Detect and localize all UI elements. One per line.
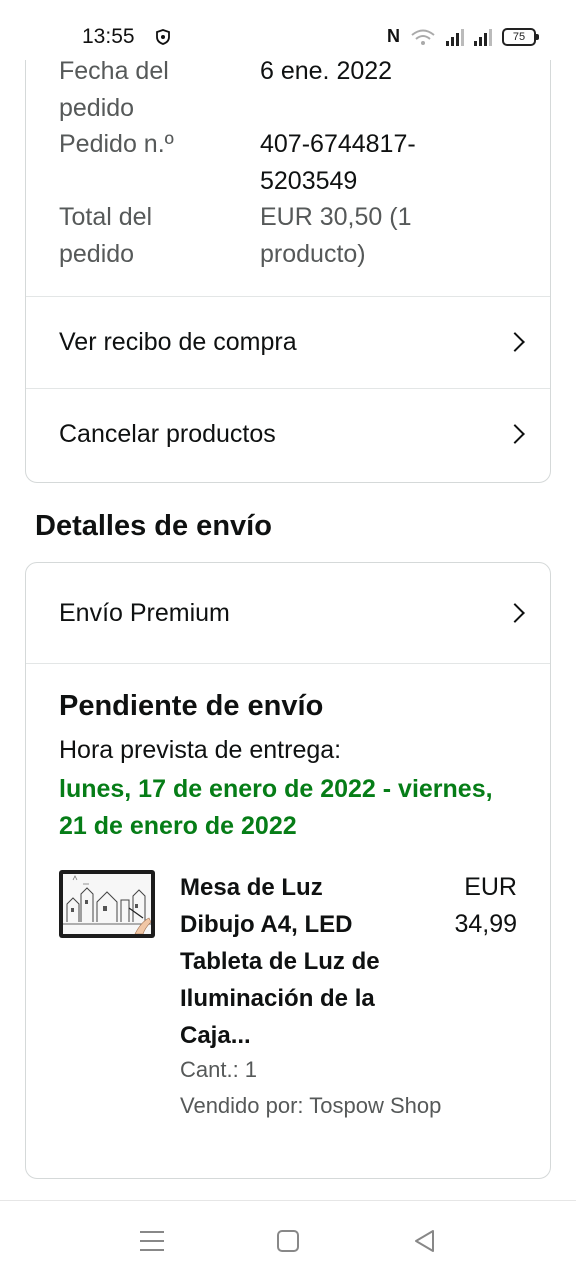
shield-icon [156,29,170,45]
cancel-products-label: Cancelar productos [59,419,276,448]
product-quantity: Cant.: 1 [180,1057,258,1082]
order-summary-card: Fecha del pedido 6 ene. 2022 Pedido n.º … [25,20,551,483]
order-date-label: Fecha del pedido [59,57,169,122]
product-title[interactable]: Mesa de Luz Dibujo A4, LED Tableta de Lu… [180,869,390,1054]
view-receipt-row[interactable]: Ver recibo de compra [26,296,550,388]
chevron-right-icon [505,603,525,623]
shipment-status-title: Pendiente de envío [59,690,324,722]
back-icon[interactable] [413,1229,437,1253]
signal-icon [446,28,464,46]
product-price-value: 34,99 [454,910,517,938]
menu-icon[interactable] [139,1229,165,1253]
order-number-value: 407-6744817-5203549 [260,130,416,195]
shipping-card: Envío Premium Pendiente de envío Hora pr… [25,562,551,1179]
status-icons: N 75 [387,26,539,47]
shipping-type-row[interactable]: Envío Premium [26,563,550,663]
view-receipt-label: Ver recibo de compra [59,327,297,356]
home-icon[interactable] [276,1229,300,1253]
delivery-estimate-date: lunes, 17 de enero de 2022 - viernes, 21… [59,775,493,840]
delivery-estimate-label: Hora prevista de entrega: [59,736,342,764]
shipping-section-title: Detalles de envío [35,510,272,542]
divider [26,663,550,664]
product-sketch-image [63,874,151,934]
cancel-products-row[interactable]: Cancelar productos [26,388,550,480]
system-nav-bar [0,1200,576,1280]
product-price: EUR 34,99 [454,869,517,943]
order-number-label: Pedido n.º [59,130,174,158]
shipping-type-label: Envío Premium [59,598,230,627]
nfc-icon: N [387,26,400,46]
order-total-value: EUR 30,50 (1 producto) [260,199,460,273]
status-time: 13:55 [82,25,135,48]
product-image[interactable] [59,870,155,938]
order-total-label: Total del pedido [59,203,153,268]
chevron-right-icon [505,424,525,444]
wifi-icon [411,29,435,45]
signal-icon [474,28,492,46]
product-price-currency: EUR [464,873,517,901]
order-total-amount: EUR 30,50 [260,203,383,231]
product-seller: Vendido por: Tospow Shop [180,1093,442,1118]
status-bar: 13:55 N 75 [0,0,576,60]
chevron-right-icon [505,332,525,352]
battery-icon: 75 [502,27,539,46]
